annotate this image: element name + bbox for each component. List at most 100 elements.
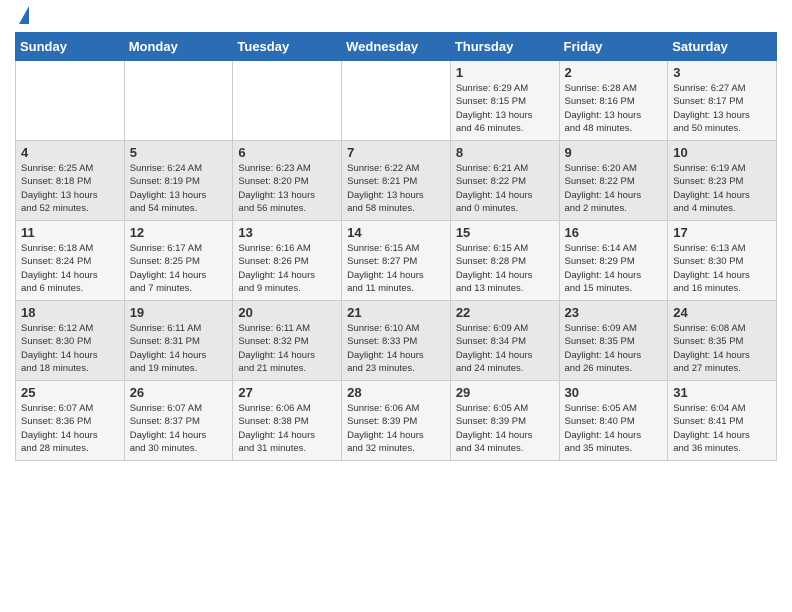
day-info: Sunrise: 6:09 AM Sunset: 8:34 PM Dayligh…	[456, 322, 554, 375]
calendar-cell	[16, 61, 125, 141]
calendar-cell: 16Sunrise: 6:14 AM Sunset: 8:29 PM Dayli…	[559, 221, 668, 301]
day-info: Sunrise: 6:28 AM Sunset: 8:16 PM Dayligh…	[565, 82, 663, 135]
day-info: Sunrise: 6:19 AM Sunset: 8:23 PM Dayligh…	[673, 162, 771, 215]
day-info: Sunrise: 6:24 AM Sunset: 8:19 PM Dayligh…	[130, 162, 228, 215]
calendar-cell: 26 Sunrise: 6:07 AM Sunset: 8:37 PM Dayli…	[124, 381, 233, 461]
calendar-cell: 1 Sunrise: 6:29 AM Sunset: 8:15 PM Daylig…	[450, 61, 559, 141]
day-number: 26	[130, 385, 228, 400]
day-info: Sunrise: 6:07 AM Sunset: 8:36 PM Dayligh…	[21, 402, 119, 455]
logo	[15, 10, 29, 24]
day-info: Sunrise: 6:23 AM Sunset: 8:20 PM Dayligh…	[238, 162, 336, 215]
day-number: 5	[130, 145, 228, 160]
day-info: Sunrise: 6:21 AM Sunset: 8:22 PM Dayligh…	[456, 162, 554, 215]
calendar-week-row: 25 Sunrise: 6:07 AM Sunset: 8:36 PM Dayli…	[16, 381, 777, 461]
calendar-cell: 23 Sunrise: 6:09 AM Sunset: 8:35 PM Dayli…	[559, 301, 668, 381]
day-number: 10	[673, 145, 771, 160]
day-info: Sunrise: 6:11 AM Sunset: 8:31 PM Dayligh…	[130, 322, 228, 375]
day-info: Sunrise: 6:29 AM Sunset: 8:15 PM Dayligh…	[456, 82, 554, 135]
day-info: Sunrise: 6:09 AM Sunset: 8:35 PM Dayligh…	[565, 322, 663, 375]
calendar-cell: 15Sunrise: 6:15 AM Sunset: 8:28 PM Dayli…	[450, 221, 559, 301]
day-number: 12	[130, 225, 228, 240]
calendar-week-row: 11Sunrise: 6:18 AM Sunset: 8:24 PM Dayli…	[16, 221, 777, 301]
day-info: Sunrise: 6:17 AM Sunset: 8:25 PM Dayligh…	[130, 242, 228, 295]
calendar-cell: 21 Sunrise: 6:10 AM Sunset: 8:33 PM Dayli…	[342, 301, 451, 381]
calendar-cell: 19 Sunrise: 6:11 AM Sunset: 8:31 PM Dayli…	[124, 301, 233, 381]
day-info: Sunrise: 6:05 AM Sunset: 8:40 PM Dayligh…	[565, 402, 663, 455]
day-number: 29	[456, 385, 554, 400]
calendar-cell: 17Sunrise: 6:13 AM Sunset: 8:30 PM Dayli…	[668, 221, 777, 301]
day-info: Sunrise: 6:14 AM Sunset: 8:29 PM Dayligh…	[565, 242, 663, 295]
day-info: Sunrise: 6:20 AM Sunset: 8:22 PM Dayligh…	[565, 162, 663, 215]
day-info: Sunrise: 6:22 AM Sunset: 8:21 PM Dayligh…	[347, 162, 445, 215]
day-number: 3	[673, 65, 771, 80]
header-saturday: Saturday	[668, 33, 777, 61]
calendar-cell: 8Sunrise: 6:21 AM Sunset: 8:22 PM Daylig…	[450, 141, 559, 221]
day-info: Sunrise: 6:16 AM Sunset: 8:26 PM Dayligh…	[238, 242, 336, 295]
calendar-cell: 27 Sunrise: 6:06 AM Sunset: 8:38 PM Dayli…	[233, 381, 342, 461]
header-tuesday: Tuesday	[233, 33, 342, 61]
day-info: Sunrise: 6:15 AM Sunset: 8:28 PM Dayligh…	[456, 242, 554, 295]
calendar-cell: 6 Sunrise: 6:23 AM Sunset: 8:20 PM Daylig…	[233, 141, 342, 221]
calendar-cell: 11Sunrise: 6:18 AM Sunset: 8:24 PM Dayli…	[16, 221, 125, 301]
day-number: 1	[456, 65, 554, 80]
day-number: 25	[21, 385, 119, 400]
day-info: Sunrise: 6:25 AM Sunset: 8:18 PM Dayligh…	[21, 162, 119, 215]
calendar-cell: 10 Sunrise: 6:19 AM Sunset: 8:23 PM Dayli…	[668, 141, 777, 221]
calendar-cell: 5 Sunrise: 6:24 AM Sunset: 8:19 PM Daylig…	[124, 141, 233, 221]
day-number: 19	[130, 305, 228, 320]
header-monday: Monday	[124, 33, 233, 61]
calendar-week-row: 4 Sunrise: 6:25 AM Sunset: 8:18 PM Daylig…	[16, 141, 777, 221]
header	[15, 10, 777, 24]
day-number: 23	[565, 305, 663, 320]
day-info: Sunrise: 6:05 AM Sunset: 8:39 PM Dayligh…	[456, 402, 554, 455]
day-number: 24	[673, 305, 771, 320]
day-number: 4	[21, 145, 119, 160]
day-number: 28	[347, 385, 445, 400]
day-number: 7	[347, 145, 445, 160]
day-number: 21	[347, 305, 445, 320]
day-info: Sunrise: 6:12 AM Sunset: 8:30 PM Dayligh…	[21, 322, 119, 375]
header-wednesday: Wednesday	[342, 33, 451, 61]
day-number: 6	[238, 145, 336, 160]
day-info: Sunrise: 6:27 AM Sunset: 8:17 PM Dayligh…	[673, 82, 771, 135]
day-number: 30	[565, 385, 663, 400]
page: SundayMondayTuesdayWednesdayThursdayFrid…	[0, 0, 792, 471]
day-number: 11	[21, 225, 119, 240]
header-sunday: Sunday	[16, 33, 125, 61]
calendar-cell	[124, 61, 233, 141]
calendar-cell: 2 Sunrise: 6:28 AM Sunset: 8:16 PM Daylig…	[559, 61, 668, 141]
day-info: Sunrise: 6:13 AM Sunset: 8:30 PM Dayligh…	[673, 242, 771, 295]
day-info: Sunrise: 6:06 AM Sunset: 8:39 PM Dayligh…	[347, 402, 445, 455]
day-info: Sunrise: 6:10 AM Sunset: 8:33 PM Dayligh…	[347, 322, 445, 375]
day-info: Sunrise: 6:06 AM Sunset: 8:38 PM Dayligh…	[238, 402, 336, 455]
calendar-cell: 18 Sunrise: 6:12 AM Sunset: 8:30 PM Dayli…	[16, 301, 125, 381]
day-number: 9	[565, 145, 663, 160]
header-thursday: Thursday	[450, 33, 559, 61]
calendar-cell: 30 Sunrise: 6:05 AM Sunset: 8:40 PM Dayli…	[559, 381, 668, 461]
calendar-cell	[233, 61, 342, 141]
day-number: 20	[238, 305, 336, 320]
calendar-cell: 13 Sunrise: 6:16 AM Sunset: 8:26 PM Dayli…	[233, 221, 342, 301]
calendar-cell: 22Sunrise: 6:09 AM Sunset: 8:34 PM Dayli…	[450, 301, 559, 381]
day-number: 18	[21, 305, 119, 320]
logo-text	[15, 10, 29, 24]
calendar-cell: 20 Sunrise: 6:11 AM Sunset: 8:32 PM Dayli…	[233, 301, 342, 381]
calendar-cell: 29 Sunrise: 6:05 AM Sunset: 8:39 PM Dayli…	[450, 381, 559, 461]
day-info: Sunrise: 6:11 AM Sunset: 8:32 PM Dayligh…	[238, 322, 336, 375]
calendar-table: SundayMondayTuesdayWednesdayThursdayFrid…	[15, 32, 777, 461]
day-info: Sunrise: 6:07 AM Sunset: 8:37 PM Dayligh…	[130, 402, 228, 455]
calendar-cell	[342, 61, 451, 141]
calendar-cell: 9 Sunrise: 6:20 AM Sunset: 8:22 PM Daylig…	[559, 141, 668, 221]
day-info: Sunrise: 6:15 AM Sunset: 8:27 PM Dayligh…	[347, 242, 445, 295]
calendar-cell: 24Sunrise: 6:08 AM Sunset: 8:35 PM Dayli…	[668, 301, 777, 381]
calendar-cell: 25 Sunrise: 6:07 AM Sunset: 8:36 PM Dayli…	[16, 381, 125, 461]
day-number: 2	[565, 65, 663, 80]
day-number: 27	[238, 385, 336, 400]
calendar-week-row: 18 Sunrise: 6:12 AM Sunset: 8:30 PM Dayli…	[16, 301, 777, 381]
day-number: 14	[347, 225, 445, 240]
day-number: 13	[238, 225, 336, 240]
logo-triangle-icon	[19, 6, 29, 24]
calendar-header-row: SundayMondayTuesdayWednesdayThursdayFrid…	[16, 33, 777, 61]
calendar-cell: 14 Sunrise: 6:15 AM Sunset: 8:27 PM Dayli…	[342, 221, 451, 301]
calendar-cell: 4 Sunrise: 6:25 AM Sunset: 8:18 PM Daylig…	[16, 141, 125, 221]
